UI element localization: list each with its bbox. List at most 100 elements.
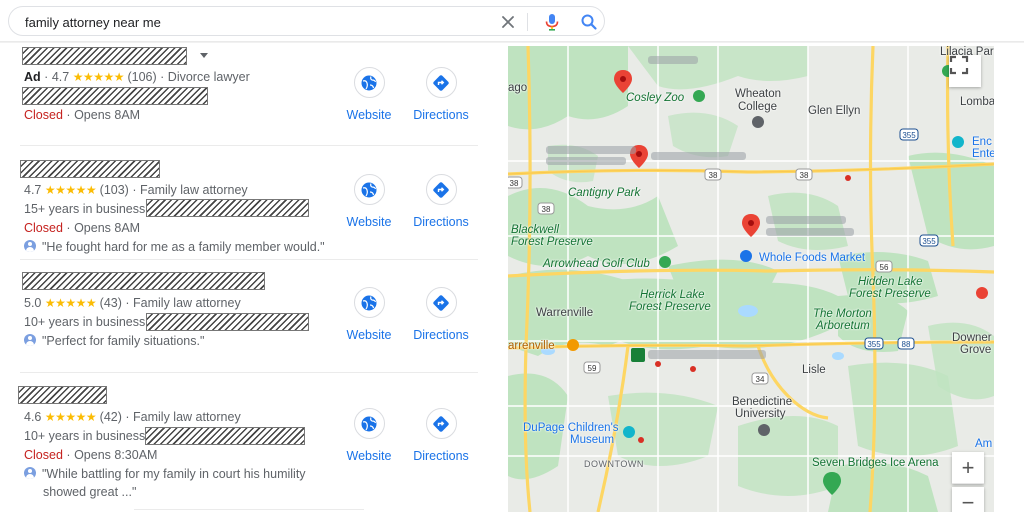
- svg-text:355: 355: [922, 237, 936, 246]
- website-label: Website: [346, 328, 392, 342]
- chevron-down-icon[interactable]: [200, 53, 208, 58]
- hours-line: Closed · Opens 8:30AM: [24, 448, 158, 462]
- rating-value: 4.7: [51, 70, 70, 84]
- header-divider: [0, 41, 1024, 43]
- svg-text:38: 38: [510, 179, 519, 188]
- experience-line: 10+ years in business ·: [24, 314, 153, 330]
- map-label: arrenville: [508, 340, 555, 352]
- map-label: Cantigny Park: [568, 187, 641, 199]
- website-label: Website: [346, 215, 392, 229]
- directions-button[interactable]: Directions: [401, 408, 481, 463]
- listing-divider: [20, 259, 478, 260]
- opening-hours: Opens 8AM: [74, 221, 141, 235]
- fullscreen-icon: [949, 55, 969, 75]
- microphone-icon[interactable]: [542, 12, 562, 32]
- review-snippet: "While battling for my family in court h…: [24, 466, 306, 482]
- opening-hours: Opens 8AM: [74, 108, 141, 122]
- map-label: University: [735, 408, 786, 420]
- close-icon[interactable]: [499, 13, 517, 31]
- map-label: Forest Preserve: [511, 236, 593, 248]
- map-label: Blackwell: [511, 224, 559, 236]
- directions-label: Directions: [413, 449, 469, 463]
- zoom-out-button[interactable]: −: [952, 487, 984, 512]
- map-label: The Morton: [813, 308, 872, 320]
- rating-line: 4.6 ★★★★★ (42) · Family law attorney: [24, 410, 241, 424]
- directions-label: Directions: [413, 328, 469, 342]
- map-label: Seven Bridges Ice Arena: [812, 457, 939, 469]
- avatar: [24, 240, 36, 252]
- review-snippet: "He fought hard for me as a family membe…: [24, 239, 325, 255]
- globe-icon: [353, 287, 385, 318]
- directions-icon: [425, 287, 457, 318]
- map-label: College: [738, 101, 777, 113]
- map-label: Wheaton: [735, 88, 782, 100]
- map-label: Warrenville: [536, 307, 594, 319]
- directions-button[interactable]: Directions: [401, 67, 481, 122]
- map-label: Downer: [952, 332, 992, 344]
- zoom-in-button[interactable]: +: [952, 452, 984, 484]
- globe-icon: [353, 174, 385, 205]
- redacted-business-name: [18, 386, 107, 404]
- review-snippet-continued: showed great ...": [43, 484, 136, 500]
- rating-value: 5.0: [24, 296, 42, 310]
- business-category: Family law attorney: [133, 410, 241, 424]
- map-label: Museum: [570, 434, 615, 446]
- directions-button[interactable]: Directions: [401, 174, 481, 229]
- redacted-business-name: [20, 160, 160, 178]
- directions-icon: [425, 67, 457, 98]
- map-label: Ente: [972, 148, 994, 160]
- website-button[interactable]: Website: [329, 287, 409, 342]
- rating-line: 5.0 ★★★★★ (43) · Family law attorney: [24, 296, 241, 310]
- search-icon[interactable]: [579, 12, 599, 32]
- rating-value: 4.6: [24, 410, 42, 424]
- map-label: Arrowhead Golf Club: [543, 258, 650, 270]
- star-rating: ★★★★★: [44, 183, 97, 197]
- svg-text:355: 355: [867, 340, 881, 349]
- review-snippet: "Perfect for family situations.": [24, 333, 204, 349]
- map-label: Grove: [960, 344, 992, 356]
- review-text: showed great ...": [43, 485, 137, 499]
- review-count: (106): [127, 70, 157, 84]
- rating-line: 4.7 ★★★★★ (103) · Family law attorney: [24, 183, 248, 197]
- map[interactable]: 38 38 38 355 56 355 88 34 355 59 38 Lila…: [508, 46, 994, 512]
- status-closed: Closed: [24, 221, 63, 235]
- avatar: [24, 467, 36, 479]
- experience-line: 15+ years in business ·: [24, 201, 153, 217]
- listing-divider: [134, 509, 364, 510]
- directions-button[interactable]: Directions: [401, 287, 481, 342]
- search-input[interactable]: [25, 13, 485, 31]
- review-count: (42): [99, 410, 122, 424]
- svg-text:34: 34: [756, 375, 765, 384]
- opening-hours: Opens 8:30AM: [74, 448, 158, 462]
- directions-label: Directions: [413, 108, 469, 122]
- map-label: DOWNTOWN: [584, 459, 644, 469]
- website-label: Website: [346, 449, 392, 463]
- listing-divider: [20, 145, 478, 146]
- review-text: "He fought hard for me as a family membe…: [42, 240, 325, 254]
- map-label: Arboretum: [816, 320, 870, 332]
- star-rating: ★★★★★: [44, 296, 97, 310]
- review-text: "While battling for my family in court h…: [42, 467, 306, 481]
- map-label: Herrick Lake: [640, 289, 705, 301]
- business-category: Family law attorney: [133, 296, 241, 310]
- redacted-address: [22, 87, 208, 105]
- listing-divider: [20, 372, 478, 373]
- globe-icon: [353, 408, 385, 439]
- fullscreen-button[interactable]: [949, 55, 981, 87]
- status-closed: Closed: [24, 448, 63, 462]
- business-category: Divorce lawyer: [167, 70, 250, 84]
- search-divider: [527, 13, 528, 31]
- svg-text:38: 38: [709, 171, 718, 180]
- years-in-business: 15+ years in business: [24, 202, 146, 216]
- map-label: Am: [975, 438, 993, 450]
- map-label: Enc: [972, 136, 992, 148]
- experience-line: 10+ years in business ·: [24, 428, 153, 444]
- hours-line: Closed · Opens 8AM: [24, 108, 141, 122]
- website-button[interactable]: Website: [329, 67, 409, 122]
- svg-text:355: 355: [902, 131, 916, 140]
- directions-icon: [425, 408, 457, 439]
- website-button[interactable]: Website: [329, 408, 409, 463]
- review-text: "Perfect for family situations.": [42, 334, 205, 348]
- website-button[interactable]: Website: [329, 174, 409, 229]
- years-in-business: 10+ years in business: [24, 315, 146, 329]
